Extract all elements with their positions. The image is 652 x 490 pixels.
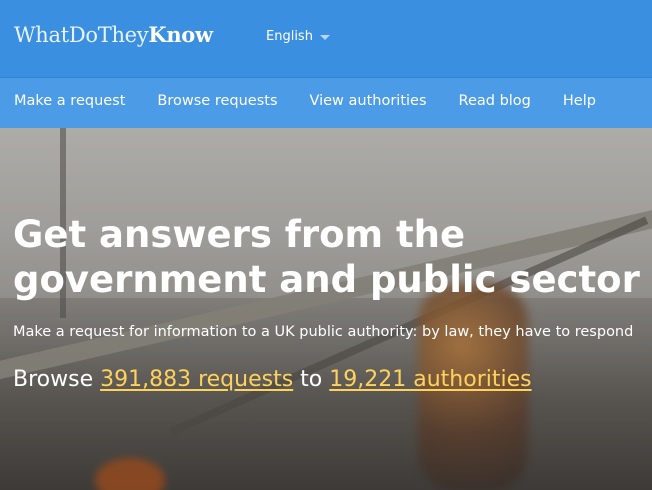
site-header: WhatDoTheyKnow English [0,0,652,77]
caret-down-icon [319,35,330,40]
logo-text-bold: Know [148,22,213,47]
hero-banner: Get answers from the government and publ… [0,128,652,490]
nav-browse-requests[interactable]: Browse requests [157,93,277,109]
nav-help[interactable]: Help [563,93,596,109]
hero-overlay [0,128,652,490]
nav-view-authorities[interactable]: View authorities [310,93,427,109]
browse-connector: to [300,367,323,392]
nav-make-request[interactable]: Make a request [14,93,125,109]
requests-link[interactable]: 391,883 requests [100,367,293,392]
hero-subtitle: Make a request for information to a UK p… [13,324,634,340]
logo-text-regular: WhatDoThey [14,23,149,47]
language-selector[interactable]: English [266,29,330,44]
nav-read-blog[interactable]: Read blog [459,93,531,109]
hero-title: Get answers from the government and publ… [13,213,640,301]
browse-prefix: Browse [13,367,94,392]
hero-browse-line: Browse 391,883 requests to 19,221 author… [13,367,532,392]
site-logo[interactable]: WhatDoTheyKnow [14,22,213,47]
page: WhatDoTheyKnow English Make a request Br… [0,0,652,490]
language-label: English [266,29,313,44]
authorities-link[interactable]: 19,221 authorities [329,367,531,392]
main-navigation: Make a request Browse requests View auth… [0,77,652,129]
